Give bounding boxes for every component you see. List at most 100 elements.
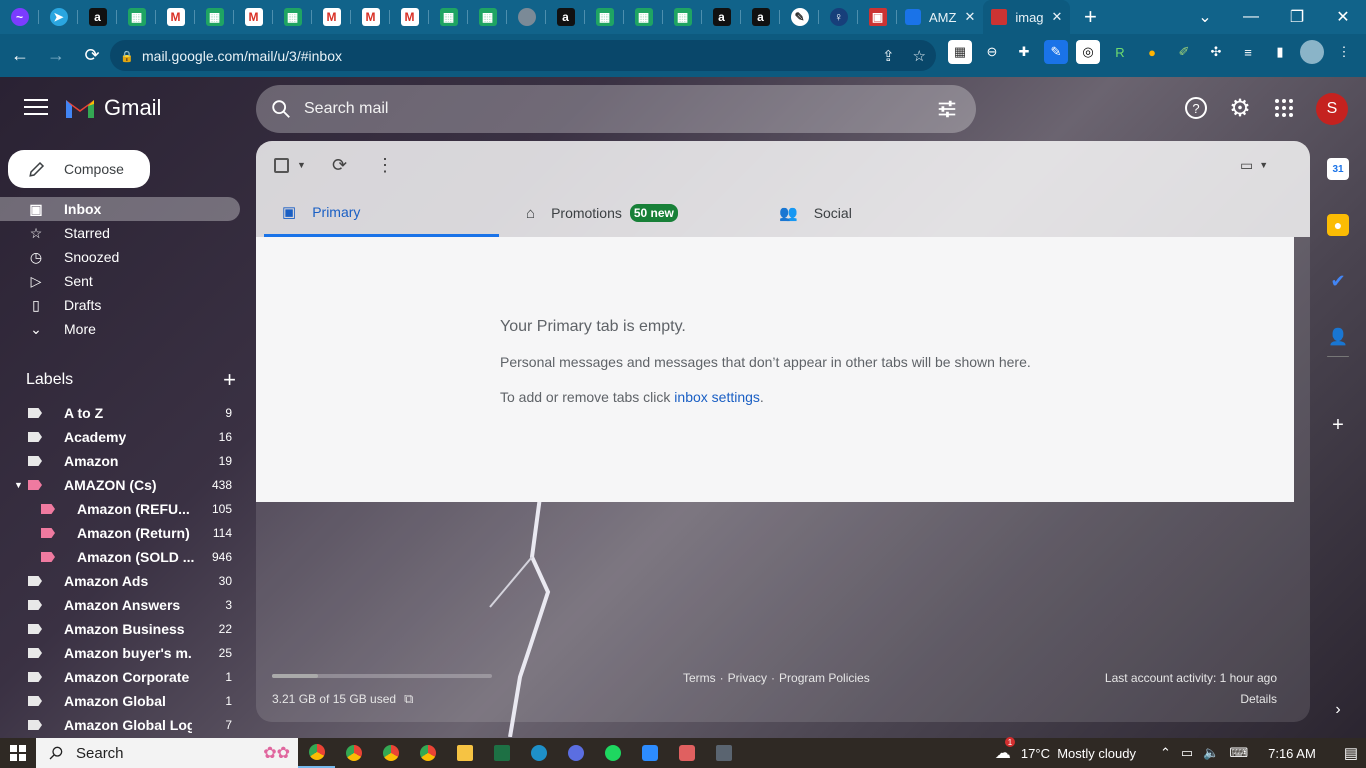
browser-tab-amazon[interactable]: a bbox=[78, 0, 117, 34]
label-item[interactable]: Amazon (SOLD ... 946 bbox=[0, 545, 240, 569]
label-item[interactable]: ▼ AMAZON (Cs) 438 bbox=[0, 473, 240, 497]
label-item[interactable]: Amazon Corporate 1 bbox=[0, 665, 240, 689]
extension-icon[interactable]: ● bbox=[1140, 40, 1164, 64]
nav-item-drafts[interactable]: ▯ Drafts bbox=[0, 293, 256, 317]
privacy-link[interactable]: Privacy bbox=[728, 671, 767, 685]
open-external-icon[interactable]: ⧉ bbox=[404, 691, 413, 707]
spotify-icon[interactable] bbox=[594, 738, 631, 768]
label-item[interactable]: Amazon 19 bbox=[0, 449, 240, 473]
browser-tab-amazon[interactable]: a bbox=[702, 0, 741, 34]
volume-icon[interactable]: 🔈 bbox=[1203, 745, 1219, 761]
label-item[interactable]: Amazon buyer's m... 25 bbox=[0, 641, 240, 665]
extension-icon[interactable]: R bbox=[1108, 40, 1132, 64]
label-item[interactable]: Amazon Ads 30 bbox=[0, 569, 240, 593]
label-item[interactable]: Amazon Business 22 bbox=[0, 617, 240, 641]
browser-tab-amazon[interactable]: a bbox=[741, 0, 780, 34]
search-bar[interactable]: Search mail bbox=[256, 85, 976, 133]
extension-icon[interactable]: ✐ bbox=[1172, 40, 1196, 64]
get-addons-icon[interactable]: + bbox=[1327, 414, 1349, 436]
refresh-icon[interactable]: ⟳ bbox=[332, 155, 347, 175]
expand-caret-icon[interactable]: ▼ bbox=[14, 480, 23, 490]
tab-promotions[interactable]: ⌂ Promotions 50 new bbox=[508, 189, 758, 237]
show-hidden-icons-icon[interactable]: ⌃ bbox=[1160, 745, 1171, 761]
close-tab-icon[interactable]: ✕ bbox=[964, 9, 975, 25]
browser-tab-sheets[interactable]: ▦ bbox=[273, 0, 312, 34]
keep-icon[interactable]: ● bbox=[1327, 214, 1349, 236]
compose-button[interactable]: Compose bbox=[8, 150, 150, 188]
browser-tab-imag[interactable]: imag ✕ bbox=[983, 0, 1071, 34]
tab-social[interactable]: 👥 Social bbox=[761, 189, 1011, 237]
weather-icon[interactable]: ☁ 1 bbox=[995, 737, 1015, 763]
browser-tab-sheets[interactable]: ▦ bbox=[195, 0, 234, 34]
nav-item-snoozed[interactable]: ◷ Snoozed bbox=[0, 245, 256, 269]
label-item[interactable]: Amazon (REFU... 105 bbox=[0, 497, 240, 521]
search-input[interactable]: Search mail bbox=[304, 100, 388, 118]
reload-icon[interactable]: ⟳ bbox=[76, 40, 108, 72]
inbox-settings-link[interactable]: inbox settings bbox=[674, 389, 760, 405]
keyboard-icon[interactable]: ⌨ bbox=[1229, 745, 1248, 761]
calculator-icon[interactable] bbox=[705, 738, 742, 768]
search-options-icon[interactable] bbox=[936, 98, 958, 120]
browser-tab-sheets[interactable]: ▦ bbox=[663, 0, 702, 34]
more-options-icon[interactable]: ⋮ bbox=[376, 155, 394, 175]
settings-gear-icon[interactable]: ⚙ bbox=[1227, 95, 1253, 122]
browser-tab-dark[interactable]: ♀ bbox=[819, 0, 858, 34]
account-avatar[interactable]: S bbox=[1316, 93, 1348, 125]
add-label-icon[interactable]: + bbox=[223, 367, 236, 393]
clock-text[interactable]: 7:16 AM bbox=[1268, 746, 1316, 761]
windows-start-icon[interactable] bbox=[0, 738, 36, 768]
browser-tab-gmail[interactable]: M bbox=[390, 0, 429, 34]
side-panel-icon[interactable]: ▮ bbox=[1268, 40, 1292, 64]
new-tab-icon[interactable]: + bbox=[1076, 3, 1104, 31]
excel-icon[interactable] bbox=[483, 738, 520, 768]
taskbar-search-box[interactable]: Search ✿✿ bbox=[36, 738, 298, 768]
network-icon[interactable]: ▭ bbox=[1181, 745, 1193, 761]
nav-item-sent[interactable]: ▷ Sent bbox=[0, 269, 256, 293]
browser-tab-sheets[interactable]: ▦ bbox=[429, 0, 468, 34]
terms-link[interactable]: Terms bbox=[683, 671, 716, 685]
close-window-icon[interactable]: ✕ bbox=[1320, 0, 1366, 34]
help-icon[interactable]: ? bbox=[1183, 95, 1209, 121]
minimize-icon[interactable]: — bbox=[1228, 0, 1274, 34]
label-item[interactable]: Academy 16 bbox=[0, 425, 240, 449]
snipping-tool-icon[interactable] bbox=[668, 738, 705, 768]
browser-tab-gmail[interactable]: M bbox=[234, 0, 273, 34]
media-icon[interactable]: ≡ bbox=[1236, 40, 1260, 64]
nav-item-inbox[interactable]: ▣ Inbox bbox=[0, 197, 240, 221]
select-dropdown-icon[interactable]: ▼ bbox=[297, 160, 306, 170]
label-item[interactable]: Amazon Global Logi... 7 bbox=[0, 713, 240, 737]
browser-tab-red[interactable]: ▣ bbox=[858, 0, 897, 34]
chrome-taskbar-icon[interactable] bbox=[372, 738, 409, 768]
back-icon[interactable]: ← bbox=[4, 40, 36, 72]
menu-kebab-icon[interactable]: ⋮ bbox=[1332, 40, 1356, 64]
restore-icon[interactable]: ❐ bbox=[1274, 0, 1320, 34]
browser-tab-sheets[interactable]: ▦ bbox=[468, 0, 507, 34]
zoom-icon[interactable] bbox=[631, 738, 668, 768]
extension-icon[interactable]: ◎ bbox=[1076, 40, 1100, 64]
tab-primary[interactable]: ▣ Primary bbox=[264, 189, 499, 237]
details-link[interactable]: Details bbox=[1105, 692, 1277, 706]
address-bar[interactable]: 🔒 mail.google.com/mail/u/3/#inbox ⇪ ☆ bbox=[110, 40, 936, 71]
search-icon[interactable] bbox=[270, 98, 292, 120]
apps-grid-icon[interactable] bbox=[1271, 95, 1297, 121]
weather-text[interactable]: 17°C Mostly cloudy bbox=[1021, 746, 1136, 761]
browser-tab-sheets[interactable]: ▦ bbox=[585, 0, 624, 34]
tasks-icon[interactable]: ✔ bbox=[1327, 270, 1349, 292]
main-menu-icon[interactable] bbox=[24, 99, 48, 117]
browser-tab-gmail[interactable]: M bbox=[312, 0, 351, 34]
extension-icon[interactable]: ✚ bbox=[1012, 40, 1036, 64]
forward-icon[interactable]: → bbox=[40, 40, 72, 72]
label-item[interactable]: A to Z 9 bbox=[0, 401, 240, 425]
file-explorer-icon[interactable] bbox=[446, 738, 483, 768]
extension-icon[interactable]: ▦ bbox=[948, 40, 972, 64]
browser-tab-gmail[interactable]: M bbox=[351, 0, 390, 34]
select-all-checkbox[interactable]: ▼ bbox=[274, 155, 306, 175]
browser-tab-messenger[interactable]: ~ bbox=[0, 0, 39, 34]
close-tab-icon[interactable]: ✕ bbox=[1052, 9, 1063, 25]
gmail-logo[interactable]: Gmail bbox=[64, 95, 161, 121]
video-editor-icon[interactable] bbox=[557, 738, 594, 768]
edge-icon[interactable] bbox=[520, 738, 557, 768]
bookmark-star-icon[interactable]: ☆ bbox=[913, 47, 926, 65]
browser-tab-grey[interactable] bbox=[507, 0, 546, 34]
share-icon[interactable]: ⇪ bbox=[882, 47, 895, 65]
